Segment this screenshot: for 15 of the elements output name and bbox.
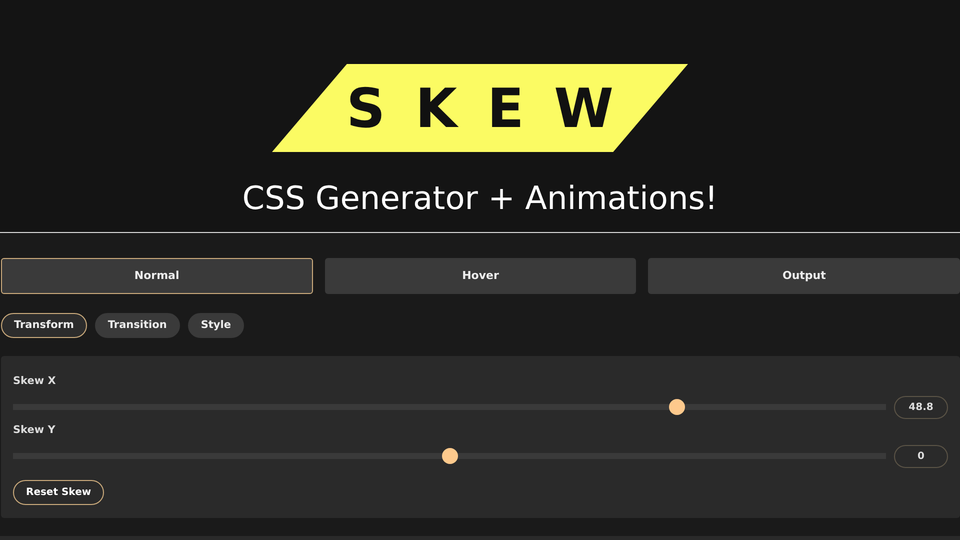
tab[interactable]: Normal xyxy=(1,258,313,294)
value-field[interactable]: 48.8 xyxy=(894,396,948,419)
slider-thumb[interactable] xyxy=(669,399,686,416)
subtab[interactable]: Style xyxy=(188,313,244,338)
logo-banner: SKEW xyxy=(272,64,688,152)
subtab[interactable]: Transition xyxy=(94,313,180,338)
tab[interactable]: Hover xyxy=(324,258,636,294)
value-field[interactable]: 0 xyxy=(894,444,948,468)
subtitle: CSS Generator + Animations! xyxy=(242,178,718,219)
slider-label: Skew Y xyxy=(13,422,56,438)
subtab[interactable]: Transform xyxy=(1,313,87,338)
tab[interactable]: Output xyxy=(648,258,960,294)
reset-button[interactable]: Reset Skew xyxy=(13,480,104,504)
slider-label: Skew X xyxy=(13,374,57,389)
slider-thumb[interactable] xyxy=(442,448,458,464)
